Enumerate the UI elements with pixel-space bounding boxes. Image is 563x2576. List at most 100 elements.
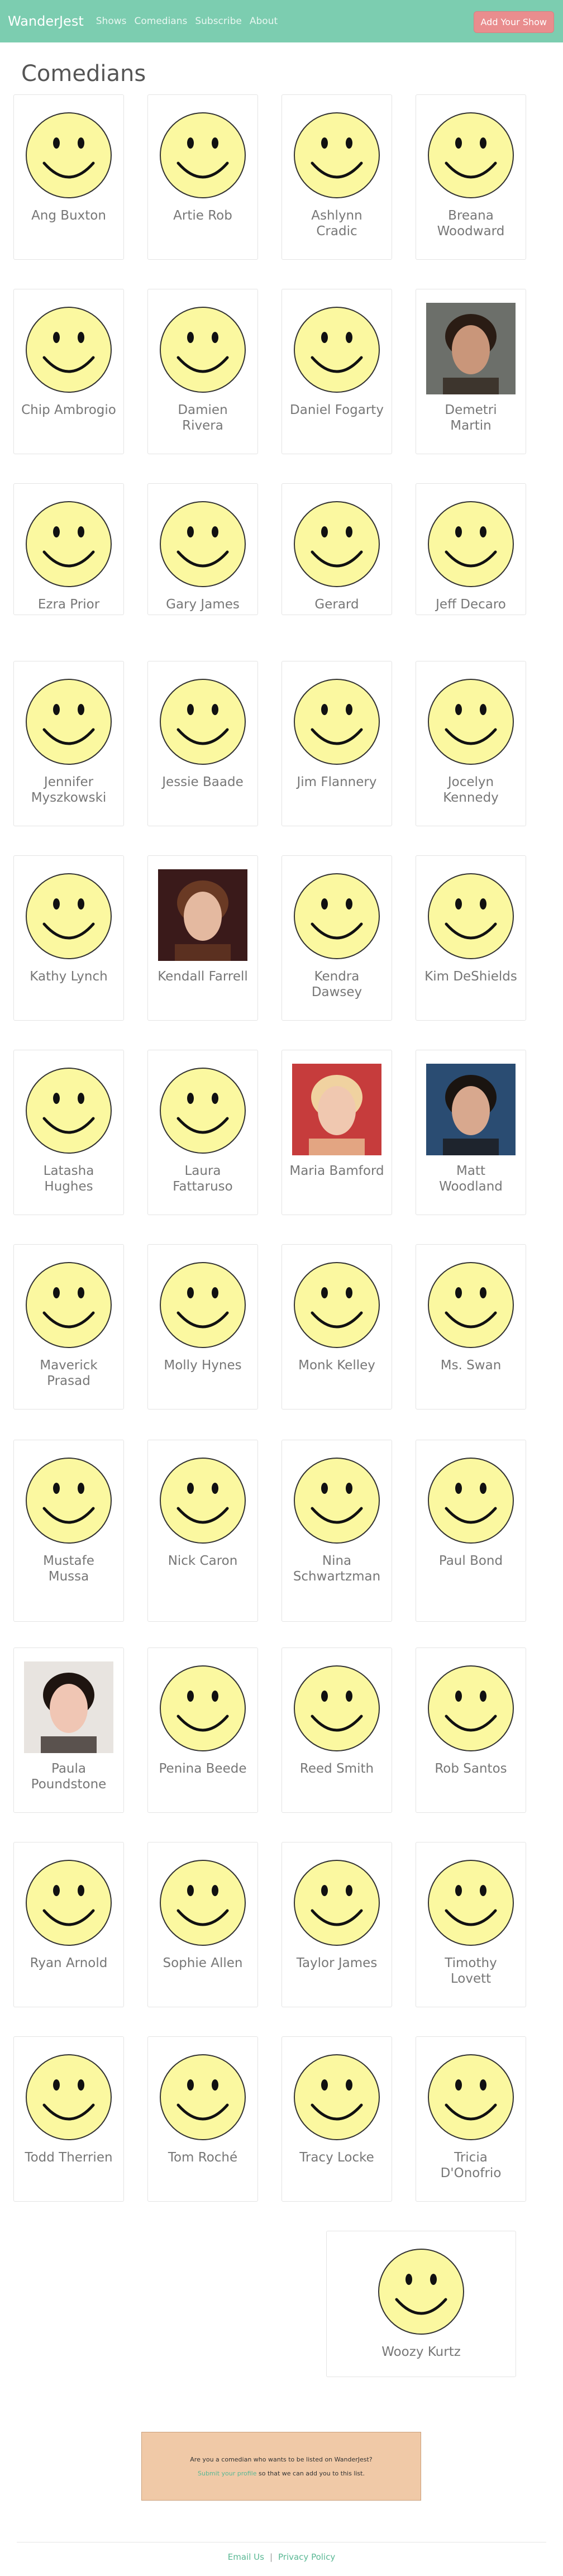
comedian-card[interactable]: Taylor James [282,1842,392,2007]
comedian-name[interactable]: Nina Schwartzman [289,1553,384,1584]
nav-about[interactable]: About [250,16,278,27]
comedian-name[interactable]: Sophie Allen [155,1955,250,1971]
comedian-card[interactable]: Rob Santos [416,1648,526,1813]
comedian-name[interactable]: Damien Rivera [155,402,250,434]
comedian-card[interactable]: Ashlynn Cradic [282,94,392,260]
comedian-card[interactable]: Kim DeShields [416,855,526,1021]
comedian-card[interactable]: Maverick Prasad [13,1244,124,1410]
comedian-name[interactable]: Chip Ambrogio [21,402,116,418]
nav-comedians[interactable]: Comedians [134,16,187,27]
brand-logo[interactable]: WanderJest [8,13,84,29]
email-us-link[interactable]: Email Us [228,2552,264,2562]
comedian-card[interactable]: Kathy Lynch [13,855,124,1021]
comedian-name[interactable]: Taylor James [289,1955,384,1971]
comedian-name[interactable]: Jim Flannery [289,774,384,790]
comedian-name[interactable]: Woozy Kurtz [374,2344,469,2360]
comedian-card[interactable]: Matt Woodland [416,1050,526,1215]
comedian-card[interactable]: Mustafe Mussa [13,1440,124,1622]
comedian-name[interactable]: Todd Therrien [21,2150,116,2165]
comedian-name[interactable]: Ang Buxton [21,208,116,223]
comedian-name[interactable]: Gary James [155,597,250,612]
comedian-card[interactable]: Nick Caron [147,1440,258,1622]
comedian-card[interactable]: Sophie Allen [147,1842,258,2007]
comedian-card[interactable]: Breana Woodward [416,94,526,260]
comedian-name[interactable]: Mustafe Mussa [21,1553,116,1584]
comedian-card[interactable]: Demetri Martin [416,289,526,454]
comedian-card[interactable]: Maria Bamford [282,1050,392,1215]
comedian-name[interactable]: Tricia D'Onofrio [423,2150,518,2181]
comedian-card[interactable]: Todd Therrien [13,2036,124,2202]
comedian-name[interactable]: Paul Bond [423,1553,518,1569]
comedian-name[interactable]: Molly Hynes [155,1358,250,1373]
comedian-card[interactable]: Gerard [282,483,392,615]
comedian-card[interactable]: Kendall Farrell [147,855,258,1021]
comedian-name[interactable]: Jeff Decaro [423,597,518,612]
comedian-card[interactable]: Reed Smith [282,1648,392,1813]
comedian-name[interactable]: Demetri Martin [423,402,518,434]
comedian-name[interactable]: Kendall Farrell [155,969,250,984]
privacy-policy-link[interactable]: Privacy Policy [278,2552,335,2562]
comedian-name[interactable]: Daniel Fogarty [289,402,384,418]
comedian-name[interactable]: Reed Smith [289,1761,384,1777]
submit-profile-link[interactable]: Submit your profile [198,2470,257,2477]
comedian-name[interactable]: Nick Caron [155,1553,250,1569]
comedian-card[interactable]: Jocelyn Kennedy [416,661,526,826]
comedian-name[interactable]: Kim DeShields [423,969,518,984]
comedian-name[interactable]: Jennifer Myszkowski [21,774,116,806]
comedian-name[interactable]: Penina Beede [155,1761,250,1777]
comedian-name[interactable]: Kathy Lynch [21,969,116,984]
comedian-card[interactable]: Ryan Arnold [13,1842,124,2007]
comedian-name[interactable]: Ezra Prior [21,597,116,612]
comedian-name[interactable]: Kendra Dawsey [289,969,384,1000]
comedian-name[interactable]: Ashlynn Cradic [289,208,384,239]
comedian-name[interactable]: Jocelyn Kennedy [423,774,518,806]
comedian-card[interactable]: Jennifer Myszkowski [13,661,124,826]
comedian-card[interactable]: Monk Kelley [282,1244,392,1410]
comedian-card[interactable]: Paula Poundstone [13,1648,124,1813]
comedian-card[interactable]: Daniel Fogarty [282,289,392,454]
comedian-card[interactable]: Jessie Baade [147,661,258,826]
comedian-card[interactable]: Laura Fattaruso [147,1050,258,1215]
comedian-card[interactable]: Ezra Prior [13,483,124,615]
comedian-name[interactable]: Ryan Arnold [21,1955,116,1971]
nav-shows[interactable]: Shows [96,16,127,27]
comedian-card[interactable]: Artie Rob [147,94,258,260]
comedian-name[interactable]: Laura Fattaruso [155,1163,250,1194]
comedian-name[interactable]: Gerard [289,597,384,612]
comedian-card[interactable]: Gary James [147,483,258,615]
comedian-name[interactable]: Artie Rob [155,208,250,223]
comedian-name[interactable]: Ms. Swan [423,1358,518,1373]
comedian-card[interactable]: Latasha Hughes [13,1050,124,1215]
comedian-card[interactable]: Jim Flannery [282,661,392,826]
comedian-name[interactable]: Jessie Baade [155,774,250,790]
comedian-card[interactable]: Penina Beede [147,1648,258,1813]
comedian-name[interactable]: Latasha Hughes [21,1163,116,1194]
page-title: Comedians [21,61,146,87]
comedian-card[interactable]: Tracy Locke [282,2036,392,2202]
comedian-card[interactable]: Chip Ambrogio [13,289,124,454]
comedian-name[interactable]: Timothy Lovett [423,1955,518,1987]
comedian-card[interactable]: Timothy Lovett [416,1842,526,2007]
comedian-name[interactable]: Tom Roché [155,2150,250,2165]
comedian-name[interactable]: Tracy Locke [289,2150,384,2165]
comedian-card[interactable]: Molly Hynes [147,1244,258,1410]
comedian-name[interactable]: Matt Woodland [423,1163,518,1194]
comedian-card[interactable]: Ang Buxton [13,94,124,260]
comedian-card[interactable]: Kendra Dawsey [282,855,392,1021]
comedian-card[interactable]: Woozy Kurtz [326,2231,516,2377]
comedian-card[interactable]: Damien Rivera [147,289,258,454]
add-your-show-button[interactable]: Add Your Show [473,11,554,33]
comedian-name[interactable]: Rob Santos [423,1761,518,1777]
comedian-name[interactable]: Maria Bamford [289,1163,384,1179]
comedian-card[interactable]: Nina Schwartzman [282,1440,392,1622]
comedian-card[interactable]: Jeff Decaro [416,483,526,615]
comedian-name[interactable]: Monk Kelley [289,1358,384,1373]
comedian-card[interactable]: Tricia D'Onofrio [416,2036,526,2202]
comedian-card[interactable]: Tom Roché [147,2036,258,2202]
comedian-name[interactable]: Breana Woodward [423,208,518,239]
comedian-card[interactable]: Ms. Swan [416,1244,526,1410]
nav-subscribe[interactable]: Subscribe [195,16,242,27]
comedian-card[interactable]: Paul Bond [416,1440,526,1622]
comedian-name[interactable]: Maverick Prasad [21,1358,116,1389]
comedian-name[interactable]: Paula Poundstone [21,1761,116,1792]
